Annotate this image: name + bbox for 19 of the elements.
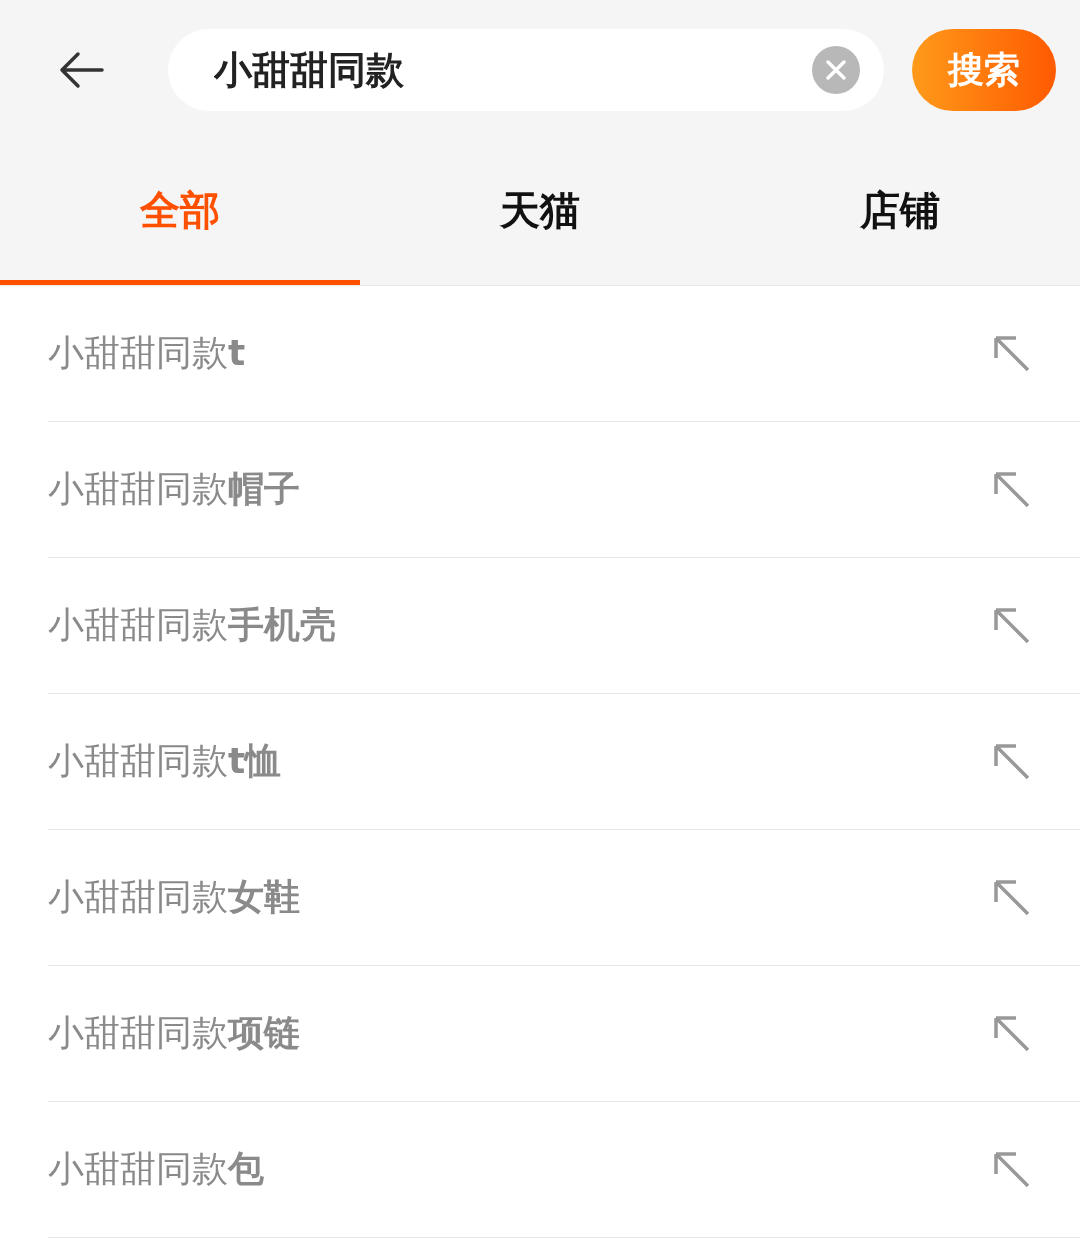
- arrow-up-left-icon[interactable]: [992, 605, 1032, 646]
- suggestion-item[interactable]: 小甜甜同款项链: [48, 1009, 300, 1058]
- search-button[interactable]: 搜索: [912, 29, 1056, 111]
- arrow-up-left-icon[interactable]: [992, 469, 1032, 510]
- arrow-up-left-icon[interactable]: [992, 741, 1032, 782]
- clear-icon[interactable]: [812, 46, 860, 94]
- suggestion-item[interactable]: 小甜甜同款女鞋: [48, 873, 300, 922]
- arrow-up-left-icon[interactable]: [992, 333, 1032, 374]
- suggestion-item[interactable]: 小甜甜同款手机壳: [48, 601, 336, 650]
- suggestion-item[interactable]: 小甜甜同款t恤: [48, 737, 282, 786]
- tab[interactable]: 天猫: [360, 140, 720, 285]
- suggestion-item[interactable]: 小甜甜同款包: [48, 1145, 264, 1194]
- tab[interactable]: 店铺: [720, 140, 1080, 285]
- suggestion-item[interactable]: 小甜甜同款t: [48, 329, 246, 378]
- arrow-up-left-icon[interactable]: [992, 1149, 1032, 1190]
- arrow-up-left-icon[interactable]: [992, 1013, 1032, 1054]
- arrow-up-left-icon[interactable]: [992, 877, 1032, 918]
- suggestion-item[interactable]: 小甜甜同款帽子: [48, 465, 300, 514]
- tab[interactable]: 全部: [0, 140, 360, 285]
